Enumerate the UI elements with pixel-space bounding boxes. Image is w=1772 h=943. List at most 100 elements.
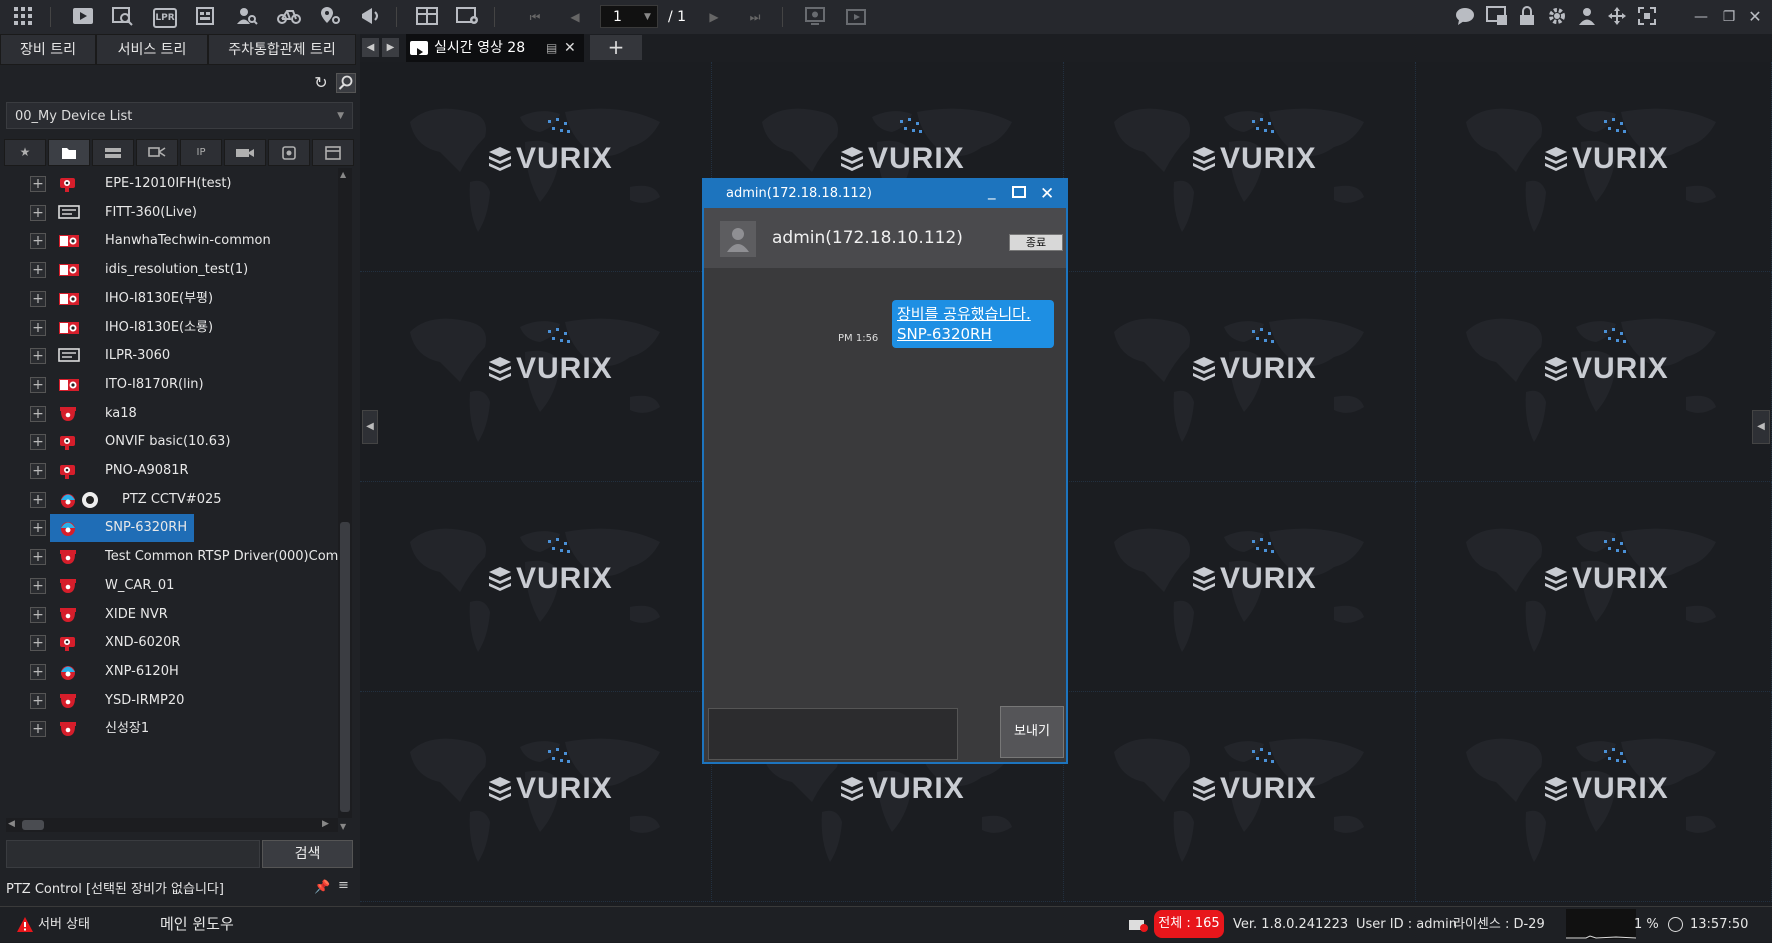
scrollbar-thumb[interactable]: [22, 820, 44, 830]
tree-row[interactable]: + FITT-360(Live): [0, 197, 338, 229]
expand-icon[interactable]: +: [30, 692, 46, 709]
lock-icon[interactable]: [1516, 6, 1538, 28]
expand-icon[interactable]: +: [30, 376, 46, 393]
chat-title-bar[interactable]: admin(172.18.18.112) _ ✕: [704, 180, 1066, 208]
expand-icon[interactable]: +: [30, 606, 46, 623]
video-cell[interactable]: VURIX: [360, 272, 712, 482]
last-page-icon[interactable]: ⏭: [744, 6, 766, 28]
first-page-icon[interactable]: ⏮: [524, 6, 546, 28]
video-cell[interactable]: VURIX: [1064, 272, 1416, 482]
expand-icon[interactable]: +: [30, 520, 46, 537]
video-cell[interactable]: VURIX: [1064, 692, 1416, 902]
video-cell[interactable]: VURIX: [1416, 62, 1772, 272]
tab-save-icon[interactable]: ▤: [546, 34, 557, 62]
tree-row[interactable]: + ka18: [0, 398, 338, 430]
collapse-left-handle[interactable]: ◀: [362, 410, 378, 444]
tab-live-video[interactable]: 실시간 영상 28 ▤ ✕: [406, 34, 584, 62]
grid-menu-icon[interactable]: [12, 6, 34, 28]
list-menu-icon[interactable]: ≡: [338, 878, 349, 893]
tab-close-icon[interactable]: ✕: [564, 34, 576, 62]
expand-icon[interactable]: +: [30, 348, 46, 365]
tab-scroll-right-icon[interactable]: ▶: [382, 38, 399, 57]
video-cell[interactable]: VURIX: [1416, 692, 1772, 902]
event-alarm-icon[interactable]: [1128, 917, 1150, 937]
expand-icon[interactable]: +: [30, 434, 46, 451]
total-count-badge[interactable]: 전체 : 165: [1154, 910, 1224, 938]
tree-row[interactable]: + HanwhaTechwin-common: [0, 225, 338, 257]
filter-etc-icon[interactable]: [312, 139, 354, 166]
video-cell[interactable]: VURIX: [360, 62, 712, 272]
expand-icon[interactable]: +: [30, 262, 46, 279]
close-icon[interactable]: ✕: [1040, 180, 1054, 208]
expand-icon[interactable]: +: [30, 290, 46, 307]
tree-horizontal-scrollbar[interactable]: [6, 818, 338, 832]
end-chat-button[interactable]: 종료: [1009, 234, 1063, 251]
tree-row[interactable]: + idis_resolution_test(1): [0, 254, 338, 286]
expand-icon[interactable]: +: [30, 491, 46, 508]
tab-scroll-left-icon[interactable]: ◀: [362, 38, 379, 57]
tree-row[interactable]: + SNP-6320RH: [0, 512, 338, 544]
screen-capture-icon[interactable]: [804, 6, 826, 28]
tree-row[interactable]: + W_CAR_01: [0, 570, 338, 602]
video-cell[interactable]: VURIX: [1064, 482, 1416, 692]
expand-icon[interactable]: +: [30, 463, 46, 479]
expand-icon[interactable]: +: [30, 204, 46, 221]
maximize-icon[interactable]: [1012, 186, 1026, 198]
tree-row[interactable]: + IHO-I8130E(소룡): [0, 312, 338, 344]
user-icon[interactable]: [1576, 6, 1598, 28]
search-icon[interactable]: [336, 73, 356, 93]
tree-row[interactable]: + Test Common RTSP Driver(000)Comm: [0, 541, 338, 573]
tree-row[interactable]: + PNO-A9081R: [0, 455, 338, 487]
monitor-icon[interactable]: [1486, 6, 1508, 28]
tree-row[interactable]: + 신성장1: [0, 713, 338, 745]
expand-icon[interactable]: +: [30, 721, 46, 738]
tree-row[interactable]: + ITO-I8170R(lin): [0, 369, 338, 401]
pin-icon[interactable]: 📌: [314, 880, 330, 895]
tab-parking-tree[interactable]: 주차통합관제 트리: [208, 34, 356, 65]
scroll-right-icon[interactable]: ▶: [322, 819, 329, 829]
video-cell[interactable]: VURIX: [1416, 272, 1772, 482]
playback-search-icon[interactable]: [112, 6, 134, 28]
filter-folder-icon[interactable]: [48, 139, 90, 166]
minimize-icon[interactable]: _: [988, 177, 996, 205]
add-tab-button[interactable]: +: [590, 35, 642, 60]
expand-icon[interactable]: +: [30, 663, 46, 680]
scroll-left-icon[interactable]: ◀: [8, 819, 15, 829]
page-dropdown-icon[interactable]: ▼: [644, 5, 651, 29]
fullscreen-icon[interactable]: [1636, 6, 1658, 28]
expand-icon[interactable]: +: [30, 549, 46, 566]
video-cell[interactable]: VURIX: [360, 482, 712, 692]
scroll-down-icon[interactable]: ▼: [340, 822, 346, 831]
scroll-up-icon[interactable]: ▲: [340, 170, 346, 179]
layout-settings-icon[interactable]: [456, 6, 478, 28]
device-list-select[interactable]: 00_My Device List ▼: [6, 102, 353, 129]
lpr-icon[interactable]: LPR: [153, 8, 177, 28]
tree-row[interactable]: + XND-6020R: [0, 627, 338, 659]
filter-nvr-icon[interactable]: [92, 139, 134, 166]
gear-icon[interactable]: [1546, 6, 1568, 28]
move-icon[interactable]: [1606, 6, 1628, 28]
collapse-right-handle[interactable]: ◀: [1752, 410, 1770, 444]
device-search-input[interactable]: [6, 840, 260, 868]
chat-message-bubble[interactable]: 장비를 공유했습니다. SNP-6320RH: [892, 300, 1054, 348]
close-icon[interactable]: ✕: [1744, 6, 1766, 28]
expand-icon[interactable]: +: [30, 176, 46, 192]
expand-icon[interactable]: +: [30, 405, 46, 422]
filter-favorites-icon[interactable]: ★: [4, 139, 46, 166]
tab-service-tree[interactable]: 서비스 트리: [96, 34, 208, 65]
minimize-icon[interactable]: —: [1690, 6, 1712, 28]
expand-icon[interactable]: +: [30, 233, 46, 250]
chat-message-input[interactable]: [708, 708, 958, 760]
recording-icon[interactable]: [845, 6, 867, 28]
server-status-button[interactable]: 서버 상태: [38, 907, 90, 942]
layout-icon[interactable]: [416, 6, 438, 28]
tab-device-tree[interactable]: 장비 트리: [0, 34, 96, 65]
shared-device-link[interactable]: SNP-6320RH: [897, 324, 1049, 344]
search-button[interactable]: 검색: [262, 840, 353, 868]
megaphone-icon[interactable]: [360, 6, 382, 28]
prev-page-icon[interactable]: ◀: [564, 6, 586, 28]
send-button[interactable]: 보내기: [1000, 706, 1064, 758]
map-search-icon[interactable]: [319, 6, 341, 28]
filter-sensor-icon[interactable]: [268, 139, 310, 166]
bicycle-icon[interactable]: [277, 6, 301, 28]
